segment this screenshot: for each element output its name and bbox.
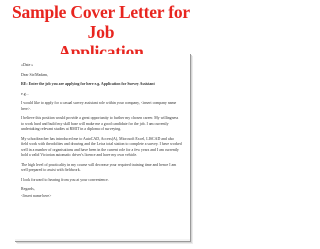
letter-eg: e.g... [21, 91, 29, 96]
title-line-1: Sample Cover Letter for Job [12, 2, 190, 42]
letter-paragraph-2: I believe this position would provide a … [21, 116, 179, 132]
letter-paragraph-3: My schoolteacher has introduced me to Au… [21, 136, 182, 157]
letter-paragraph-1: I would like to apply for a casual surve… [21, 101, 177, 111]
letter-paragraph-5: I look forward to hearing from you at yo… [21, 177, 109, 182]
letter-subject: RE: Enter the job you are applying for h… [21, 82, 155, 87]
letter-paragraph-4: The high level of practicality in my cou… [21, 162, 177, 172]
page-title: Sample Cover Letter for Job Application [0, 0, 202, 62]
letter-salutation: Dear Sir/Madam, [21, 72, 49, 77]
cover-letter-page: Sample Cover Letter for Job Application … [0, 0, 202, 249]
letter-date: «Date » [21, 63, 34, 67]
letter-closing: Regards, [21, 187, 35, 192]
letter-document: «Date » Dear Sir/Madam, RE: Enter the jo… [15, 54, 191, 242]
document-bottom-edge [15, 239, 190, 241]
letter-signature: <Insert name here> [21, 193, 52, 198]
